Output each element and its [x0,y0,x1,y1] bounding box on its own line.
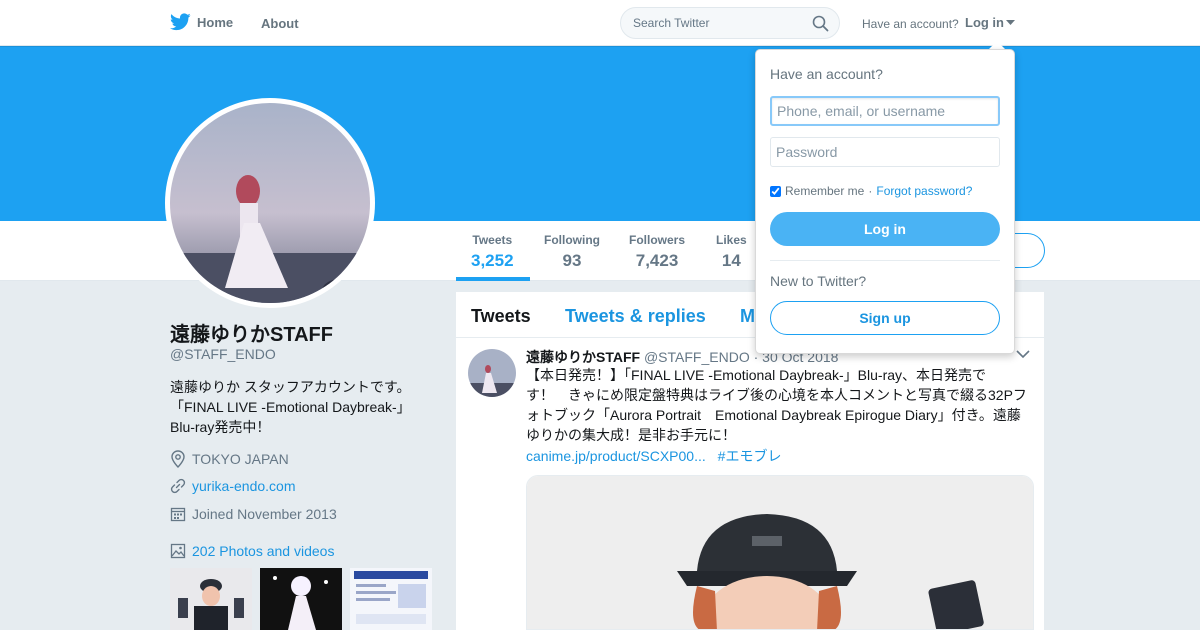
bio-line: Blu-ray発売中！ [170,419,271,435]
tweet-text-line: ォトブック「Aurora Portrait Emotional Daybreak… [526,407,1021,423]
login-button[interactable]: Log in [770,212,1000,246]
tweet-author-name[interactable]: 遠藤ゆりかSTAFF [526,349,640,365]
profile-joined: Joined November 2013 [170,506,337,522]
website-link[interactable]: yurika-endo.com [192,478,296,494]
tab-tweets[interactable]: Tweets [471,306,531,327]
stat-tweets-value: 3,252 [471,251,514,270]
calendar-icon [170,507,186,522]
stat-following-label: Following [544,233,600,247]
tweet-hashtag-link[interactable]: #エモブレ [718,448,782,464]
nav-about-link[interactable]: About [261,16,299,31]
profile-location: TOKYO JAPAN [170,450,289,468]
tweet-text-line: 【本日発売！】「FINAL LIVE -Emotional Daybreak-」… [526,367,987,383]
nav-home-label: Home [197,14,234,30]
login-toggle-label: Log in [965,15,1004,30]
profile-website: yurika-endo.com [170,478,296,494]
search-icon[interactable] [812,15,829,32]
tweet-text-line: す！ きゃにめ限定盤特典はライブ後の心境を本人コメントと写真で綴る32Pフ [526,387,1027,403]
tweet-avatar[interactable] [468,349,516,397]
stat-likes-label: Likes [716,233,747,247]
tweet-links: canime.jp/product/SCXP00... #エモブレ [526,446,789,466]
stat-tweets[interactable]: Tweets 3,252 [471,233,514,271]
remember-row: Remember me · Forgot password? [770,184,972,198]
tab-tweets-replies[interactable]: Tweets & replies [565,306,706,327]
media-thumbnail[interactable] [260,568,342,630]
tab-media[interactable]: M [740,306,755,327]
top-nav: Home About Have an account? Log in [0,0,1200,46]
remember-me-checkbox[interactable] [770,185,781,197]
stat-likes[interactable]: Likes 14 [716,233,747,271]
caret-down-icon [1006,19,1015,25]
avatar-image [170,103,370,303]
divider [770,260,1000,261]
chevron-down-icon[interactable] [1016,350,1030,359]
photos-videos-link[interactable]: 202 Photos and videos [170,543,334,559]
stat-following-value: 93 [562,251,582,270]
profile-bio: 遠藤ゆりか スタッフアカウントです。 「FINAL LIVE -Emotiona… [170,377,420,437]
dropdown-title: Have an account? [770,66,883,82]
photos-videos-label: 202 Photos and videos [192,543,335,559]
tweet-url-link[interactable]: canime.jp/product/SCXP00... [526,448,706,464]
have-account-text: Have an account? [862,17,959,31]
profile-avatar[interactable] [165,98,375,308]
tweet-author-handle[interactable]: @STAFF_ENDO [644,349,750,365]
location-text: TOKYO JAPAN [192,451,289,467]
stat-followers[interactable]: Followers 7,423 [629,233,685,271]
twitter-bird-icon [170,13,191,31]
media-thumbnail[interactable] [350,568,432,630]
nav-home-link[interactable]: Home [170,13,233,31]
media-thumbnails [170,568,432,630]
username-input[interactable] [770,96,1000,126]
profile-handle: @STAFF_ENDO [170,346,276,362]
tweet-media-image[interactable] [526,475,1034,630]
joined-text: Joined November 2013 [192,506,337,522]
login-dropdown-toggle[interactable]: Log in [965,15,1015,30]
search-box [620,7,840,39]
active-tab-underline [456,277,530,281]
stat-following[interactable]: Following 93 [544,233,600,271]
stat-followers-value: 7,423 [635,251,679,270]
password-input[interactable] [770,137,1000,167]
profile-name: 遠藤ゆりかSTAFF [170,324,333,346]
bio-line: 遠藤ゆりか スタッフアカウントです。 [170,379,411,395]
signup-button[interactable]: Sign up [770,301,1000,335]
stat-tweets-label: Tweets [472,233,513,247]
link-icon [170,478,186,494]
stat-followers-label: Followers [629,233,686,247]
search-input[interactable] [621,8,801,38]
new-to-twitter-text: New to Twitter? [770,273,867,289]
media-thumbnail[interactable] [170,568,252,630]
location-pin-icon [171,450,185,468]
forgot-password-link[interactable]: Forgot password? [876,184,972,198]
photo-icon [170,543,186,559]
stat-likes-value: 14 [721,251,741,270]
tweet-text-line: ゆりかの集大成！是非お手元に！ [526,427,736,443]
separator-dot: · [868,184,873,198]
bio-line: 「FINAL LIVE -Emotional Daybreak-」 [170,399,411,415]
tweet-text: 【本日発売！】「FINAL LIVE -Emotional Daybreak-」… [526,365,1031,445]
login-dropdown: Have an account? Remember me · Forgot pa… [755,49,1015,354]
remember-me-label[interactable]: Remember me [785,184,864,198]
